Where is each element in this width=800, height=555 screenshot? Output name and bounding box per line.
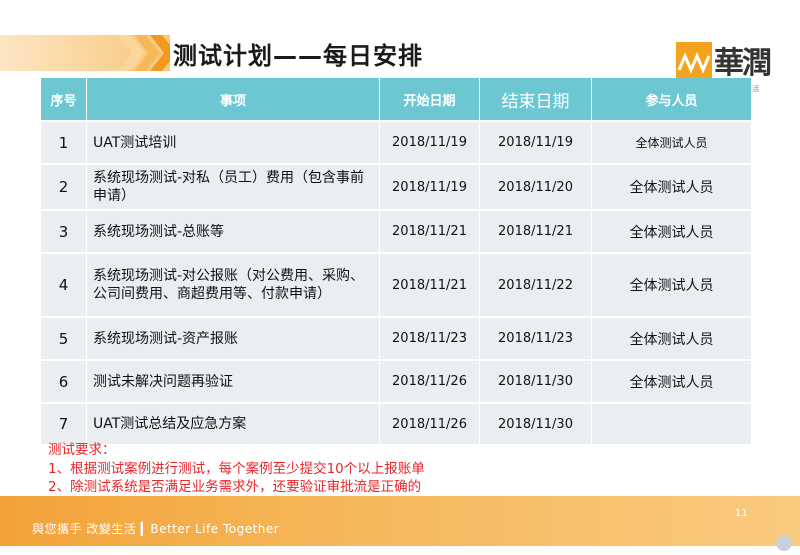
table-row: 2 系统现场测试-对私（员工）费用（包含事前申请） 2018/11/19 201… (41, 163, 752, 209)
footer-slogan: 與您攜手 改變生活 ▎Better Life Together (32, 522, 280, 536)
cell-start: 2018/11/19 (380, 163, 480, 209)
cell-people: 全体测试人员 (592, 120, 752, 163)
test-requirements: 测试要求： 1、根据测试案例进行测试，每个案例至少提交10个以上报账单 2、除测… (48, 441, 425, 497)
table-row: 1 UAT测试培训 2018/11/19 2018/11/19 全体测试人员 (41, 120, 752, 163)
table-row: 6 测试未解决问题再验证 2018/11/26 2018/11/30 全体测试人… (41, 359, 752, 402)
cell-item: 系统现场测试-对私（员工）费用（包含事前申请） (87, 163, 380, 209)
cell-end: 2018/11/19 (480, 120, 592, 163)
cell-item: UAT测试培训 (87, 120, 380, 163)
header-participants: 参与人员 (592, 78, 752, 120)
cell-start: 2018/11/21 (380, 209, 480, 252)
table-row: 5 系统现场测试-资产报账 2018/11/23 2018/11/23 全体测试… (41, 316, 752, 359)
cell-end: 2018/11/30 (480, 359, 592, 402)
cell-item: 测试未解决问题再验证 (87, 359, 380, 402)
cell-no: 6 (41, 359, 87, 402)
cell-end: 2018/11/30 (480, 402, 592, 444)
cell-end: 2018/11/21 (480, 209, 592, 252)
logo-mark-icon (676, 42, 712, 78)
table-header-row: 序号 事项 开始日期 结束日期 参与人员 (41, 78, 752, 120)
slide: 测试计划——每日安排 華潤 生活 序号 事项 开始日期 结束日期 参与人员 1 … (0, 0, 800, 555)
requirements-heading: 测试要求： (48, 442, 116, 458)
cell-item: 系统现场测试-总账等 (87, 209, 380, 252)
cell-no: 4 (41, 252, 87, 316)
scroll-indicator[interactable] (776, 535, 792, 551)
cell-people: 全体测试人员 (592, 316, 752, 359)
cell-end: 2018/11/20 (480, 163, 592, 209)
cell-item: 系统现场测试-对公报账（对公费用、采购、公司间费用、商超费用等、付款申请） (87, 252, 380, 316)
cell-no: 2 (41, 163, 87, 209)
cell-end: 2018/11/23 (480, 316, 592, 359)
logo-text: 華潤 (714, 46, 772, 81)
cell-start: 2018/11/23 (380, 316, 480, 359)
cell-start: 2018/11/19 (380, 120, 480, 163)
chevron-decoration-icon (118, 35, 170, 71)
cell-no: 1 (41, 120, 87, 163)
header-no: 序号 (41, 78, 87, 120)
cell-start: 2018/11/26 (380, 359, 480, 402)
cell-item: UAT测试总结及应急方案 (87, 402, 380, 444)
table-row: 4 系统现场测试-对公报账（对公费用、采购、公司间费用、商超费用等、付款申请） … (41, 252, 752, 316)
footer: 與您攜手 改變生活 ▎Better Life Together (0, 492, 800, 555)
schedule-table: 序号 事项 开始日期 结束日期 参与人员 1 UAT测试培训 2018/11/1… (41, 78, 752, 444)
cell-people: 全体测试人员 (592, 209, 752, 252)
cell-people: 全体测试人员 (592, 163, 752, 209)
cell-end: 2018/11/22 (480, 252, 592, 316)
page-number: 11 (735, 508, 748, 519)
cell-no: 5 (41, 316, 87, 359)
table-row: 7 UAT测试总结及应急方案 2018/11/26 2018/11/30 (41, 402, 752, 444)
slide-title: 测试计划——每日安排 (173, 42, 423, 70)
cell-start: 2018/11/26 (380, 402, 480, 444)
header-item: 事项 (87, 78, 380, 120)
cell-start: 2018/11/21 (380, 252, 480, 316)
table-row: 3 系统现场测试-总账等 2018/11/21 2018/11/21 全体测试人… (41, 209, 752, 252)
header-start-date: 开始日期 (380, 78, 480, 120)
cell-item: 系统现场测试-资产报账 (87, 316, 380, 359)
cell-people: 全体测试人员 (592, 252, 752, 316)
company-logo: 華潤 (676, 42, 772, 81)
requirement-item: 1、根据测试案例进行测试，每个案例至少提交10个以上报账单 (48, 460, 425, 477)
cell-people (592, 402, 752, 444)
cell-people: 全体测试人员 (592, 359, 752, 402)
cell-no: 7 (41, 402, 87, 444)
cell-no: 3 (41, 209, 87, 252)
header-end-date: 结束日期 (480, 78, 592, 120)
